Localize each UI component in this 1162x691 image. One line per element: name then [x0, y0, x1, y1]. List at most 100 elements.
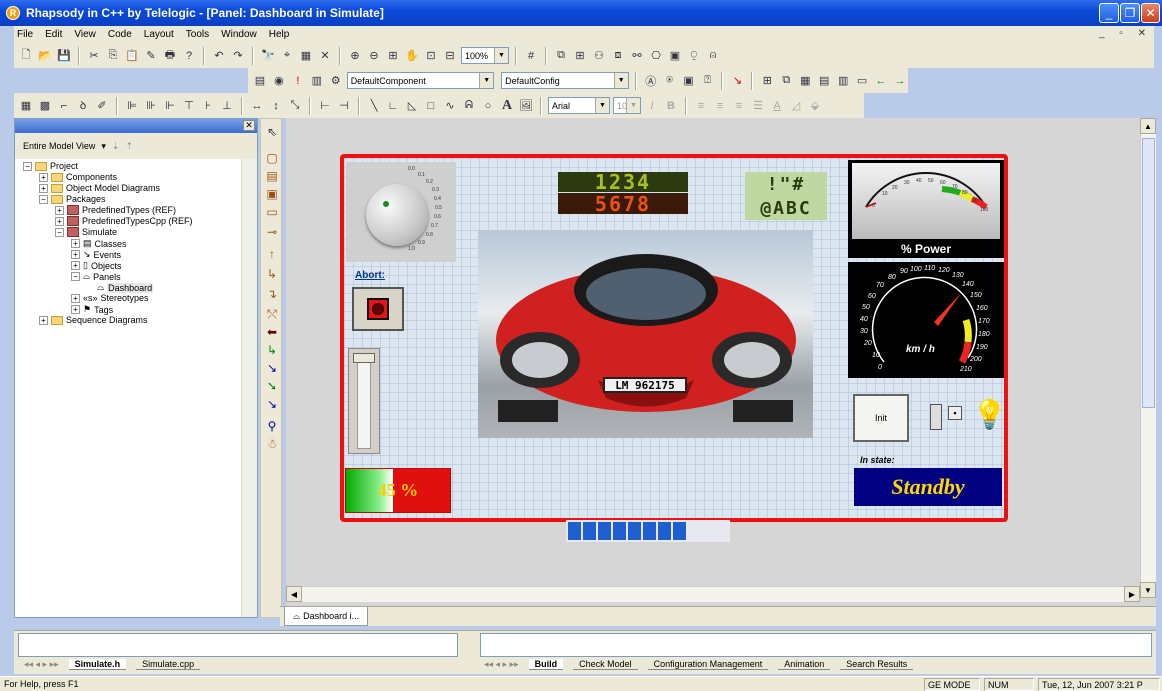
text-align-left-icon[interactable]: ≡: [693, 98, 709, 114]
open-folder-icon[interactable]: 📂: [37, 48, 53, 64]
transition-icon[interactable]: ↳: [263, 265, 281, 283]
chevron-down-icon[interactable]: ▾: [101, 141, 106, 152]
bullets-icon[interactable]: ☰: [750, 98, 766, 114]
align-top-icon[interactable]: ⊤: [181, 98, 197, 114]
tab-build[interactable]: Build: [528, 659, 564, 670]
abort-button[interactable]: [352, 287, 404, 331]
tab-dashboard[interactable]: ⌓ Dashboard i...: [284, 607, 369, 626]
help-icon[interactable]: ?: [181, 48, 197, 64]
new-file-icon[interactable]: 🗋: [18, 48, 34, 64]
diagram-collab-icon[interactable]: ⚯: [629, 48, 645, 64]
menu-help[interactable]: Help: [268, 29, 291, 40]
down-arrow-icon[interactable]: ⇣: [112, 141, 120, 152]
tree-item-components[interactable]: + Components: [39, 172, 117, 182]
webify-icon[interactable]: ▣: [681, 73, 697, 89]
diagram-class-icon[interactable]: ⧉: [553, 48, 569, 64]
tab-nav-arrows[interactable]: ◂◂ ◂ ▸ ▸▸: [24, 659, 59, 670]
draw-text-icon[interactable]: A: [499, 98, 515, 114]
maximize-button[interactable]: ❐: [1120, 3, 1140, 23]
tree-item-packages[interactable]: − Packages: [39, 194, 106, 204]
panel-tool-icon[interactable]: ▣: [263, 185, 281, 203]
animation-icon[interactable]: Ⓐ: [643, 73, 659, 89]
menu-code[interactable]: Code: [107, 29, 133, 40]
scroll-down-icon[interactable]: ▼: [1140, 582, 1156, 598]
menu-view[interactable]: View: [73, 29, 97, 40]
draw-ellipse-icon[interactable]: ○: [480, 98, 496, 114]
tree-item-panels[interactable]: − ⌓ Panels: [71, 271, 121, 282]
up-arrow-icon[interactable]: ⇡: [125, 141, 133, 152]
browser-scrollbar[interactable]: [241, 159, 257, 617]
select-pointer-icon[interactable]: ⇖: [263, 123, 281, 141]
window-tile-icon[interactable]: ⊞: [759, 73, 775, 89]
line-color-icon[interactable]: ◿: [788, 98, 804, 114]
connector-icon[interactable]: ⤲: [263, 305, 281, 323]
zoom-area-icon[interactable]: ⊡: [423, 48, 439, 64]
print-icon[interactable]: 🖶: [162, 48, 178, 64]
tree-item-events[interactable]: + ↘ Events: [71, 249, 121, 260]
tab-nav-arrows[interactable]: ◂◂ ◂ ▸ ▸▸: [484, 659, 519, 670]
same-size-icon[interactable]: ⤡: [287, 98, 303, 114]
push-button[interactable]: ▪: [948, 406, 962, 420]
locate-icon[interactable]: ⌖: [279, 48, 295, 64]
diagram-statechart-icon[interactable]: ⍜: [686, 48, 702, 64]
tree-item-tags[interactable]: + ⚑ Tags: [71, 304, 113, 315]
component-icon[interactable]: ⚙: [328, 73, 344, 89]
draw-polyline-icon[interactable]: ∟: [385, 98, 401, 114]
scroll-thumb[interactable]: [1142, 138, 1155, 408]
align-left-icon[interactable]: ⊫: [124, 98, 140, 114]
window-cascade-icon[interactable]: ⧉: [778, 73, 794, 89]
check-icon[interactable]: ⍰: [700, 73, 716, 89]
diagram-component-icon[interactable]: ⎔: [648, 48, 664, 64]
canvas-vertical-scrollbar[interactable]: ▲ ▼: [1140, 118, 1156, 598]
tree-item-stereotypes[interactable]: + «s» Stereotypes: [71, 293, 149, 303]
tree-item-predefinedtypes[interactable]: + PredefinedTypes (REF): [55, 205, 176, 215]
color-fill-icon[interactable]: ▩: [37, 98, 53, 114]
paste-icon[interactable]: 📋: [124, 48, 140, 64]
canvas-horizontal-scrollbar[interactable]: ◀ ▶: [286, 586, 1140, 602]
draw-freehand-icon[interactable]: ᕱ: [461, 98, 477, 114]
line-style-icon[interactable]: ⌐: [56, 98, 72, 114]
pan-icon[interactable]: ✋: [404, 48, 420, 64]
text-align-center-icon[interactable]: ≡: [712, 98, 728, 114]
zoom-fit-icon[interactable]: ⊞: [385, 48, 401, 64]
port-tool-icon[interactable]: ⊸: [263, 223, 281, 241]
tree-item-simulate[interactable]: − Simulate: [55, 227, 117, 237]
menu-window[interactable]: Window: [220, 29, 258, 40]
up-transition-icon[interactable]: ↑: [263, 245, 281, 263]
make-icon[interactable]: ▤: [252, 73, 268, 89]
mdi-window-controls[interactable]: _ ▫ ✕: [1099, 28, 1152, 39]
tab-configuration-management[interactable]: Configuration Management: [647, 659, 769, 670]
zoom-select[interactable]: 100% ▼: [461, 47, 509, 64]
menu-file[interactable]: File: [16, 29, 34, 40]
redo-icon[interactable]: ↷: [230, 48, 246, 64]
tab-search-results[interactable]: Search Results: [840, 659, 914, 670]
same-width-icon[interactable]: ↔: [249, 98, 265, 114]
format-icon[interactable]: ✎: [143, 48, 159, 64]
forward-arrow-icon[interactable]: →: [892, 73, 908, 89]
run-icon[interactable]: !: [290, 73, 306, 89]
rhapsody-app-icon[interactable]: R: [6, 6, 20, 20]
draw-line-icon[interactable]: ╲: [366, 98, 382, 114]
draw-triangle-icon[interactable]: ◺: [404, 98, 420, 114]
save-icon[interactable]: 💾: [56, 48, 72, 64]
list-tool-icon[interactable]: ▤: [263, 167, 281, 185]
rotary-knob[interactable]: 0.0 0.1 0.2 0.3 0.4 0.5 0.6 0.7 0.8 0.9 …: [346, 162, 456, 262]
menu-edit[interactable]: Edit: [44, 29, 63, 40]
menu-layout[interactable]: Layout: [143, 29, 175, 40]
tree-item-sequence-diagrams[interactable]: + Sequence Diagrams: [39, 315, 148, 325]
trace-icon[interactable]: ⍟: [662, 73, 678, 89]
diagram-sequence-icon[interactable]: ⧈: [610, 48, 626, 64]
configuration-select[interactable]: DefaultConfig ▼: [501, 72, 629, 89]
align-middle-icon[interactable]: ⊦: [200, 98, 216, 114]
tree-item-predefinedtypescpp[interactable]: + PredefinedTypesCpp (REF): [55, 216, 193, 226]
undo-icon[interactable]: ↶: [211, 48, 227, 64]
tree-item-dashboard[interactable]: ⌓ Dashboard: [97, 282, 154, 293]
align-center-icon[interactable]: ⊪: [143, 98, 159, 114]
browser-icon[interactable]: ▦: [298, 48, 314, 64]
tree-item-project[interactable]: − Project: [23, 161, 78, 171]
init-button[interactable]: Init: [853, 394, 909, 442]
close-button[interactable]: ✕: [1141, 3, 1160, 23]
window-list-icon[interactable]: ▤: [816, 73, 832, 89]
minimize-button[interactable]: _: [1099, 3, 1119, 23]
diagram-object-icon[interactable]: ⊞: [572, 48, 588, 64]
